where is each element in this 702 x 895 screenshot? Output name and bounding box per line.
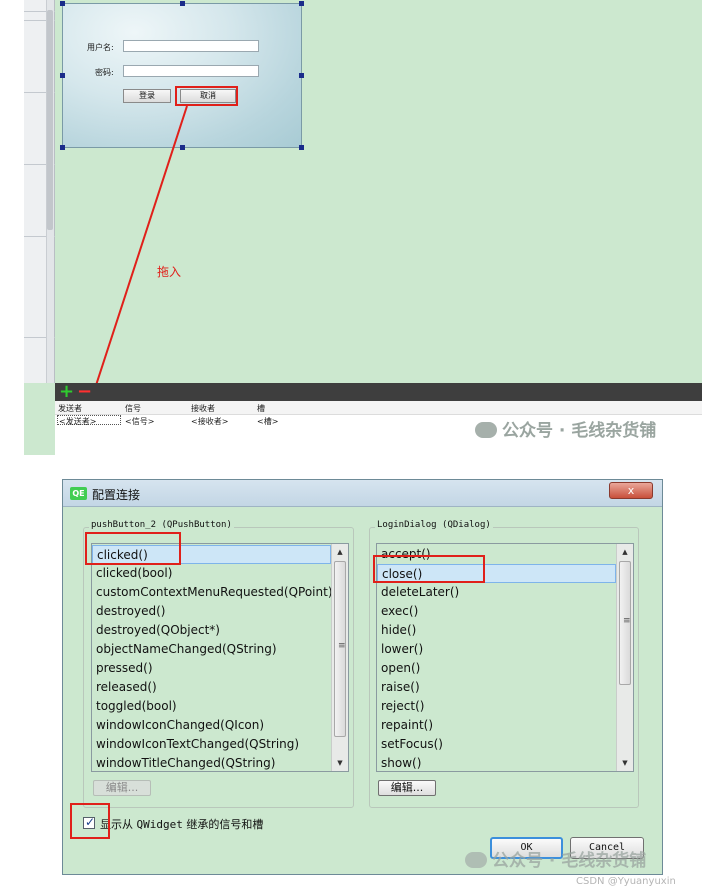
- signal-item[interactable]: released(): [92, 678, 157, 697]
- watermark-text: 公众号 · 毛线杂货铺: [502, 421, 657, 441]
- show-inherited-class: QWidget: [136, 818, 183, 831]
- watermark: 公众号 · 毛线杂货铺: [465, 846, 646, 871]
- header-signal: 信号: [125, 404, 141, 413]
- cell-receiver[interactable]: <接收者>: [191, 416, 228, 427]
- edit-signals-button[interactable]: 编辑...: [93, 780, 151, 796]
- watermark-text: 公众号 · 毛线杂货铺: [492, 851, 647, 871]
- highlight-clicked-signal: [85, 532, 181, 565]
- slot-item[interactable]: lower(): [377, 640, 423, 659]
- signal-item[interactable]: destroyed(QObject*): [92, 621, 220, 640]
- slot-item[interactable]: open(): [377, 659, 420, 678]
- wechat-icon: [465, 852, 487, 868]
- signal-list-scrollbar[interactable]: ▲ ≡ ▼: [331, 544, 348, 771]
- header-slot: 槽: [257, 404, 265, 413]
- signal-item[interactable]: toggled(bool): [92, 697, 177, 716]
- slot-item[interactable]: exec(): [377, 602, 418, 621]
- scroll-down-icon[interactable]: ▼: [617, 755, 633, 771]
- wechat-icon: [475, 422, 497, 438]
- slot-list-scrollbar[interactable]: ▲ ≡ ▼: [616, 544, 633, 771]
- connection-table-header: [55, 401, 702, 415]
- signal-item[interactable]: windowTitleChanged(QString): [92, 754, 275, 771]
- cell-signal[interactable]: <信号>: [125, 416, 154, 427]
- slot-item[interactable]: deleteLater(): [377, 583, 459, 602]
- csdn-credit: CSDN @Yyuanyuxin: [576, 876, 676, 887]
- highlight-show-inherited: [70, 803, 110, 839]
- show-inherited-suffix: 继承的信号和槽: [182, 818, 264, 831]
- designer-canvas: 用户名: 密码: 登录 取消 拖入 + − 发送者 信号 接收者 槽 <发送者>…: [24, 0, 702, 455]
- slot-item[interactable]: raise(): [377, 678, 420, 697]
- slot-item[interactable]: repaint(): [377, 716, 433, 735]
- grip-icon: ≡: [623, 616, 631, 626]
- dialog-title: 配置连接: [92, 488, 141, 502]
- header-receiver: 接收者: [191, 404, 215, 413]
- slot-item[interactable]: show(): [377, 754, 421, 771]
- signal-item[interactable]: windowIconChanged(QIcon): [92, 716, 264, 735]
- plus-icon[interactable]: +: [59, 383, 74, 401]
- dialog-titlebar[interactable]: QE 配置连接 x: [63, 480, 662, 507]
- cell-sender[interactable]: <发送者>: [59, 416, 96, 427]
- signal-list[interactable]: clicked() clicked(bool) customContextMen…: [91, 543, 349, 772]
- drag-label: 拖入: [157, 265, 182, 279]
- minus-icon[interactable]: −: [77, 383, 92, 401]
- qt-logo-icon: QE: [70, 487, 87, 500]
- cell-slot[interactable]: <槽>: [257, 416, 278, 427]
- signal-item[interactable]: customContextMenuRequested(QPoint): [92, 583, 333, 602]
- receiver-group-title: LoginDialog (QDialog): [375, 520, 493, 530]
- slot-item[interactable]: setFocus(): [377, 735, 443, 754]
- scroll-up-icon[interactable]: ▲: [332, 544, 348, 560]
- signal-item[interactable]: clicked(bool): [92, 564, 172, 583]
- show-inherited-label[interactable]: 显示从 QWidget 继承的信号和槽: [100, 816, 263, 832]
- signal-scroll-thumb[interactable]: ≡: [334, 561, 346, 737]
- signal-item[interactable]: windowIconTextChanged(QString): [92, 735, 299, 754]
- slot-item[interactable]: hide(): [377, 621, 416, 640]
- edit-slots-button[interactable]: 编辑...: [378, 780, 436, 796]
- scroll-down-icon[interactable]: ▼: [332, 755, 348, 771]
- signal-item[interactable]: pressed(): [92, 659, 153, 678]
- header-sender: 发送者: [58, 404, 82, 413]
- highlight-close-slot: [373, 555, 485, 583]
- drag-arrow-line: [85, 105, 188, 417]
- grip-icon: ≡: [338, 641, 346, 651]
- scroll-up-icon[interactable]: ▲: [617, 544, 633, 560]
- slot-item[interactable]: reject(): [377, 697, 424, 716]
- signal-item[interactable]: objectNameChanged(QString): [92, 640, 277, 659]
- signal-slot-toolbar: + −: [55, 383, 702, 401]
- watermark: 公众号 · 毛线杂货铺: [475, 416, 656, 441]
- close-button[interactable]: x: [609, 482, 653, 499]
- slot-scroll-thumb[interactable]: ≡: [619, 561, 631, 685]
- sender-group-title: pushButton_2 (QPushButton): [89, 520, 234, 530]
- signal-item[interactable]: destroyed(): [92, 602, 165, 621]
